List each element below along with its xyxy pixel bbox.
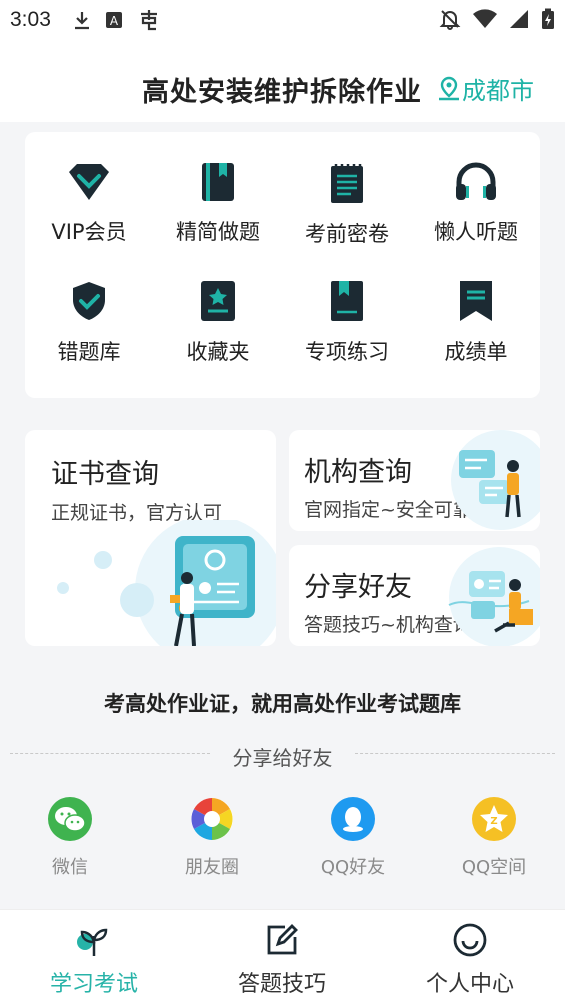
card-title: 机构查询 [304,457,412,488]
app-notification-icon [140,10,157,31]
status-bar: 3:03 A [0,0,565,40]
headphones-icon [456,162,496,200]
wifi-icon [473,9,497,28]
moments-icon [190,797,234,841]
grid-item-report-card[interactable]: 成绩单 [412,250,540,364]
sprout-icon [77,928,108,956]
grid-item-concise-practice[interactable]: 精简做题 [154,132,282,244]
book-icon [202,163,234,201]
grid-item-label: 精简做题 [176,220,260,244]
cell-signal-icon [510,10,528,28]
share-section-title: 分享给好友 [232,746,333,770]
grid-item-wrong-questions[interactable]: 错题库 [25,250,153,364]
tab-personal-center[interactable]: 个人中心 [376,910,564,1005]
qzone-icon: Z [472,797,516,841]
card-title: 证书查询 [51,459,159,490]
tab-answer-tips[interactable]: 答题技巧 [188,910,376,1005]
share-divider: 分享给好友 [10,742,555,770]
share-qzone[interactable]: Z QQ空间 [434,797,554,879]
notepad-icon [331,164,363,203]
share-label: 朋友圈 [185,857,239,878]
battery-icon [542,8,554,29]
location-selector[interactable]: 成都市 [436,71,534,106]
shield-check-icon [73,282,105,320]
wechat-icon [48,797,92,841]
grid-item-label: 成绩单 [444,340,508,364]
feature-grid: VIP会员 精简做题 考前密卷 懒人听题 错题库 收藏夹 专项练习 成绩单 [25,132,540,398]
promo-text: 考高处作业证，就用高处作业考试题库 [104,692,461,716]
svg-text:A: A [110,14,119,28]
share-wechat[interactable]: 微信 [10,797,130,879]
grid-item-label: 考前密卷 [305,222,389,246]
location-pin-icon [439,76,459,100]
share-friends-card[interactable]: 分享好友 答题技巧~机构查询 [289,545,540,646]
share-label: QQ好友 [320,857,386,878]
grid-item-secret-paper[interactable]: 考前密卷 [283,132,411,246]
tab-label: 个人中心 [425,972,514,997]
certificate-illustration [57,520,276,646]
share-illustration [448,547,540,646]
bookmark-icon [460,281,492,321]
share-label: 微信 [52,857,88,878]
institution-illustration [451,430,540,530]
grid-item-label: 懒人听题 [434,220,518,244]
grid-item-vip[interactable]: VIP会员 [25,132,153,244]
share-label: QQ空间 [461,857,527,878]
card-title: 分享好友 [304,572,412,603]
tab-label: 答题技巧 [237,972,326,997]
smile-icon [453,923,487,957]
grid-item-listen[interactable]: 懒人听题 [412,132,540,244]
edit-icon [267,924,298,955]
location-label: 成都市 [462,77,534,105]
grid-item-label: VIP会员 [51,220,127,244]
font-a-icon: A [105,12,122,28]
share-qq-friends[interactable]: QQ好友 [293,797,413,879]
bookmark-book-icon [331,281,363,321]
certificate-query-card[interactable]: 证书查询 正规证书，官方认可 [25,430,276,646]
mute-bell-icon [439,10,461,30]
tab-label: 学习考试 [49,972,138,997]
download-icon [74,12,89,30]
app-header: 高处安装维护拆除作业 成都市 [0,40,565,122]
grid-item-special-practice[interactable]: 专项练习 [283,250,411,364]
page-title: 高处安装维护拆除作业 [142,77,422,108]
share-moments[interactable]: 朋友圈 [152,797,272,879]
grid-item-label: 专项练习 [305,340,389,364]
vip-diamond-icon [69,164,109,200]
tab-study-exam[interactable]: 学习考试 [0,910,188,1005]
star-book-icon [201,281,235,321]
grid-item-label: 错题库 [57,340,121,364]
svg-text:Z: Z [490,816,497,827]
grid-item-label: 收藏夹 [186,340,250,364]
institution-query-card[interactable]: 机构查询 官网指定~安全可靠 [289,430,540,531]
bottom-tab-bar: 学习考试 答题技巧 个人中心 [0,909,565,1005]
status-time: 3:03 [10,8,51,31]
qq-icon [331,797,375,841]
grid-item-favorites[interactable]: 收藏夹 [154,250,282,364]
